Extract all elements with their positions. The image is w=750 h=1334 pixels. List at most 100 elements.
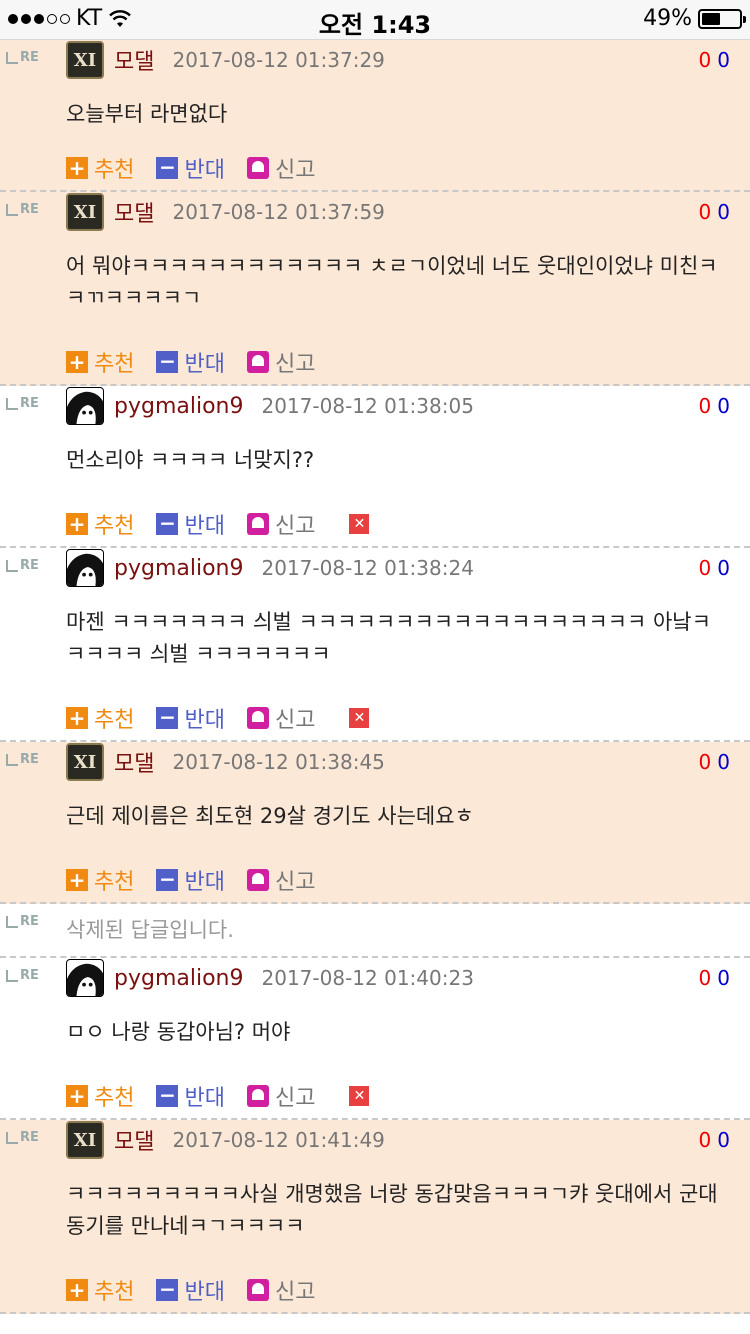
recommend-button[interactable]: + 추천 — [66, 864, 134, 896]
report-button[interactable]: 신고 — [246, 152, 316, 184]
downvote-count: 0 — [717, 394, 730, 418]
oppose-label: 반대 — [184, 870, 225, 895]
recommend-label: 추천 — [94, 1280, 135, 1305]
minus-icon: − — [156, 351, 179, 373]
upvote-count: 0 — [698, 200, 712, 224]
reply-label: RE — [20, 558, 39, 573]
author-name[interactable]: pygmalion9 — [114, 556, 244, 581]
avatar[interactable] — [66, 387, 104, 425]
reply-indicator: RE — [6, 202, 39, 217]
upvote-count: 0 — [698, 1128, 712, 1152]
delete-icon[interactable]: ✕ — [349, 514, 370, 534]
report-button[interactable]: 신고 — [246, 702, 316, 734]
battery-status: 49% — [643, 6, 746, 31]
author-name[interactable]: 모댈 — [114, 196, 154, 228]
siren-icon — [246, 1279, 269, 1301]
recommend-button[interactable]: + 추천 — [66, 1080, 134, 1112]
report-label: 신고 — [274, 352, 316, 377]
recommend-button[interactable]: + 추천 — [66, 346, 134, 378]
downvote-count: 0 — [717, 48, 730, 72]
vote-counts: 00 — [699, 48, 730, 72]
comment-date: 2017-08-12 01:37:59 — [172, 200, 385, 224]
comment-text: 근데 제이름은 최도현 29살 경기도 사는데요ㅎ — [66, 804, 474, 828]
plus-icon: + — [66, 1279, 88, 1301]
report-label: 신고 — [274, 1280, 316, 1305]
comment-actions: + 추천 − 반대 신고 — [66, 346, 315, 378]
upvote-count: 0 — [698, 48, 712, 72]
plus-icon: + — [66, 513, 88, 535]
author-name[interactable]: 모댈 — [114, 1124, 154, 1156]
oppose-button[interactable]: − 반대 — [156, 1080, 225, 1112]
report-button[interactable]: 신고 — [246, 508, 315, 540]
reply-arrow-icon — [6, 969, 18, 982]
comment-actions: + 추천 − 반대 신고 — [66, 864, 315, 896]
author-name[interactable]: 모댈 — [114, 746, 154, 778]
siren-icon — [246, 351, 269, 373]
deleted-comment: RE 삭제된 답글입니다. — [0, 904, 750, 958]
reply-arrow-icon — [6, 203, 18, 216]
comment-actions: + 추천 − 반대 신고 ✕ — [66, 1080, 370, 1112]
comment-text: 먼소리야 ㅋㅋㅋㅋ 너맞지?? — [66, 448, 315, 472]
minus-icon: − — [156, 1279, 179, 1301]
comment-actions: + 추천 − 반대 신고 ✕ — [66, 702, 370, 734]
comment-item: RE pygmalion9 2017-08-12 01:40:23 0 0 ㅁㅇ 나랑 동… — [0, 958, 750, 1120]
oppose-button[interactable]: − 반대 — [156, 152, 225, 184]
delete-icon[interactable]: ✕ — [349, 708, 370, 728]
report-label: 신고 — [274, 158, 316, 183]
reply-label: RE — [20, 752, 39, 767]
author-name[interactable]: pygmalion9 — [114, 966, 244, 991]
reply-indicator: RE — [6, 968, 39, 983]
comment-header: XI 모댈 2017-08-12 01:37:59 — [66, 192, 385, 232]
recommend-button[interactable]: + 추천 — [66, 1274, 134, 1306]
comment-date: 2017-08-12 01:38:05 — [261, 394, 474, 418]
avatar[interactable]: XI — [66, 41, 104, 79]
oppose-label: 반대 — [184, 1086, 225, 1111]
plus-icon: + — [66, 157, 88, 179]
avatar[interactable]: XI — [66, 193, 104, 231]
comment-text: 어 뭐야ㅋㅋㅋㅋㅋㅋㅋㅋㅋㅋㅋㅋ ㅊㄹㄱ이었네 너도 웃대인이었냐 미친ㅋㅋㄲㅋ… — [66, 254, 718, 310]
siren-icon — [246, 513, 269, 535]
report-button[interactable]: 신고 — [246, 1080, 315, 1112]
oppose-button[interactable]: − 반대 — [156, 508, 225, 540]
vote-counts: 00 — [699, 1128, 730, 1152]
delete-icon[interactable]: ✕ — [349, 1086, 370, 1106]
recommend-label: 추천 — [94, 158, 135, 183]
oppose-button[interactable]: − 반대 — [156, 702, 225, 734]
avatar[interactable]: XI — [66, 743, 104, 781]
recommend-button[interactable]: + 추천 — [66, 702, 134, 734]
oppose-label: 반대 — [184, 1280, 225, 1305]
report-button[interactable]: 신고 — [246, 864, 315, 896]
comment-item: RE XI 모댈 2017-08-12 01:37:59 0 0 어 뭐야ㅋㅋㅋㅋㅋㅋㅋㅋㅋ… — [0, 192, 750, 386]
avatar[interactable]: XI — [66, 1121, 104, 1159]
avatar[interactable] — [66, 549, 104, 587]
recommend-label: 추천 — [94, 870, 135, 895]
siren-icon — [246, 869, 269, 891]
vote-counts: 00 — [699, 966, 730, 990]
oppose-button[interactable]: − 반대 — [156, 346, 225, 378]
downvote-count: 0 — [717, 1128, 730, 1152]
reply-arrow-icon — [6, 753, 18, 766]
comment-header: pygmalion9 2017-08-12 01:38:24 — [66, 548, 474, 588]
report-button[interactable]: 신고 — [246, 1274, 316, 1306]
recommend-button[interactable]: + 추천 — [66, 508, 134, 540]
comment-date: 2017-08-12 01:40:23 — [261, 966, 474, 990]
oppose-label: 반대 — [184, 158, 225, 183]
reply-arrow-icon — [6, 51, 18, 64]
vote-counts: 00 — [699, 200, 730, 224]
comment-header: XI 모댈 2017-08-12 01:37:29 — [66, 40, 385, 80]
report-label: 신고 — [274, 708, 316, 733]
author-name[interactable]: pygmalion9 — [114, 394, 244, 419]
oppose-button[interactable]: − 반대 — [156, 864, 225, 896]
reply-arrow-icon — [6, 1131, 18, 1144]
downvote-count: 0 — [717, 750, 730, 774]
reply-indicator: RE — [6, 396, 39, 411]
avatar[interactable] — [66, 959, 104, 997]
reply-arrow-icon — [6, 559, 18, 572]
author-name[interactable]: 모댈 — [114, 44, 154, 76]
report-button[interactable]: 신고 — [246, 346, 316, 378]
upvote-count: 0 — [698, 966, 712, 990]
recommend-button[interactable]: + 추천 — [66, 152, 134, 184]
vote-counts: 00 — [699, 394, 730, 418]
recommend-label: 추천 — [94, 1086, 135, 1111]
oppose-button[interactable]: − 반대 — [156, 1274, 225, 1306]
